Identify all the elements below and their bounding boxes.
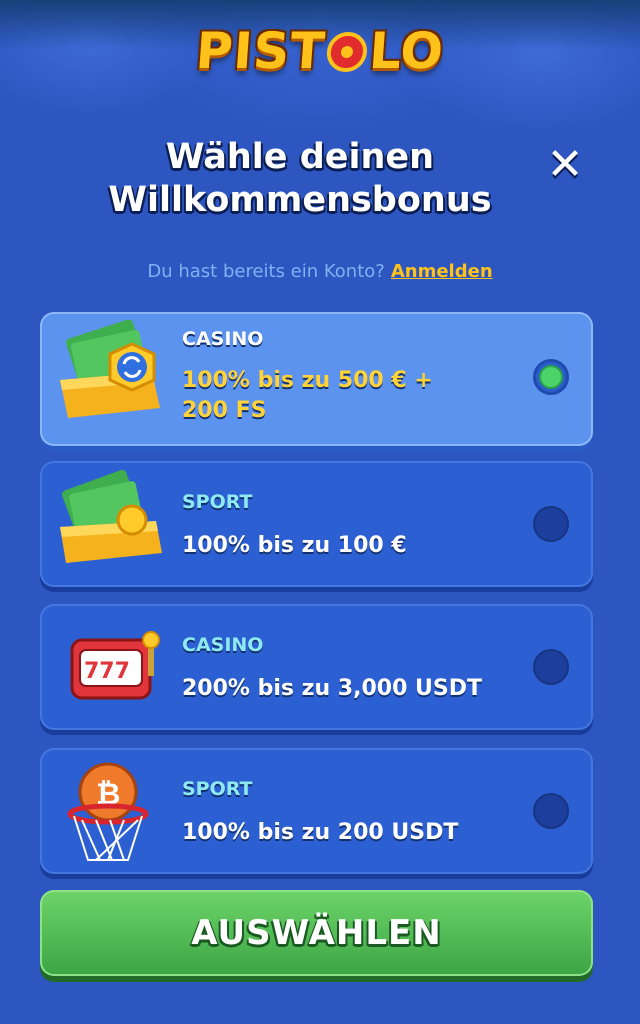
bonus-offer-line-1: 100% bis zu 500 € + [182,368,433,393]
bonus-option-casino-crypto[interactable]: CASINO 100% bis zu 500 € + 200 FS [40,312,593,446]
bonus-category: CASINO [182,328,264,350]
bonus-offer: 200% bis zu 3,000 USDT [182,676,483,701]
cash-box-crypto-icon [60,320,160,418]
logo-text-right: LO [367,22,447,80]
close-icon: ✕ [546,139,584,190]
login-prompt-text: Du hast bereits ein Konto? [147,261,385,282]
title-line-2: Willkommensbonus [108,180,492,220]
bonus-category: SPORT [182,778,253,800]
select-button-label: AUSWÄHLEN [191,913,442,953]
bitcoin-basketball-icon: ₿ [67,762,149,861]
bonus-offer-line-2: 200 FS [182,398,267,423]
select-button[interactable]: AUSWÄHLEN [40,890,593,976]
bonus-option-sport-eur[interactable]: SPORT 100% bis zu 100 € [40,461,593,587]
title-line-1: Wähle deinen [165,137,435,177]
bonus-offer: 100% bis zu 100 € [182,533,407,558]
crosshair-icon [325,32,369,72]
logo-text-left: PIST [193,22,328,80]
bonus-option-sport-usdt[interactable]: ₿ SPORT 100% bis zu 200 USDT [40,748,593,874]
radio-unselected[interactable] [533,649,569,685]
radio-unselected[interactable] [533,793,569,829]
radio-unselected[interactable] [533,506,569,542]
close-button[interactable]: ✕ [540,140,590,190]
radio-selected[interactable] [533,359,569,395]
login-link[interactable]: Anmelden [391,261,493,282]
bonus-option-casino-usdt[interactable]: 777 CASINO 200% bis zu 3,000 USDT [40,604,593,730]
bonus-category: SPORT [182,491,253,513]
slot-machine-icon: 777 [70,631,160,700]
cash-box-coin-icon [60,469,162,563]
svg-text:777: 777 [84,659,130,684]
page-title: Wähle deinen Willkommensbonus [80,136,520,222]
login-prompt: Du hast bereits ein Konto? Anmelden [0,261,640,282]
bonus-offer: 100% bis zu 200 USDT [182,820,459,845]
bonus-category: CASINO [182,634,264,656]
bonus-offer: 100% bis zu 500 € + 200 FS [182,366,433,426]
pistolo-logo: PIST LO [0,22,640,80]
